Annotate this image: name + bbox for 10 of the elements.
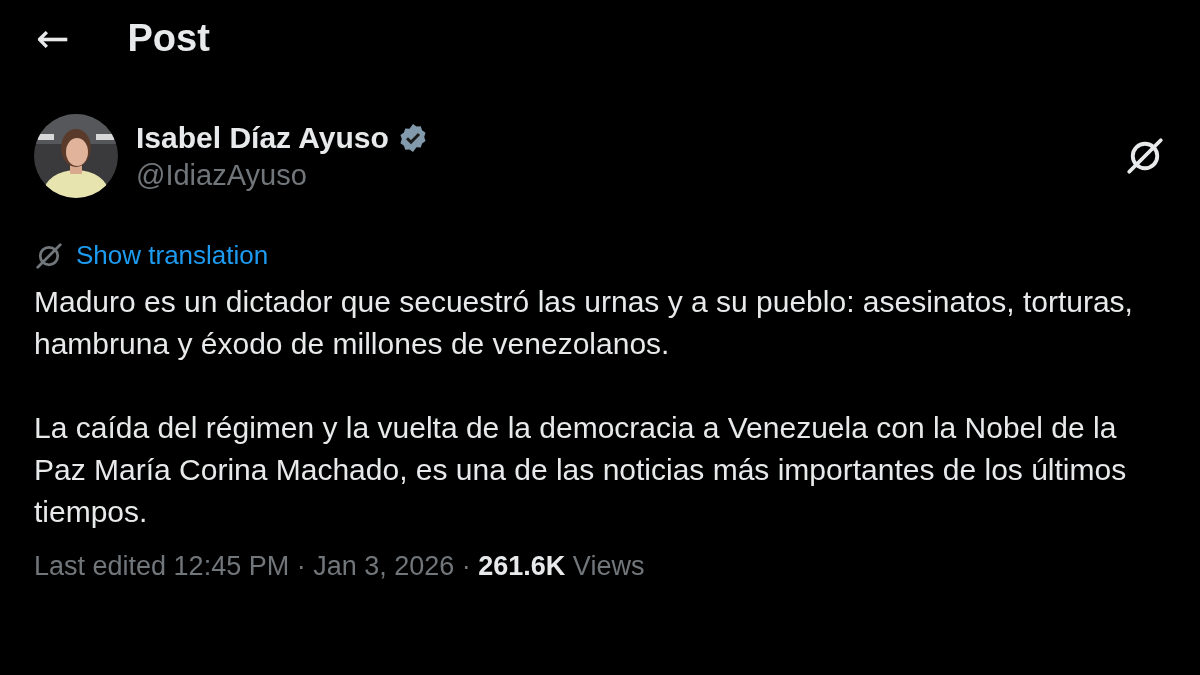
- author-name[interactable]: Isabel Díaz Ayuso: [136, 120, 389, 155]
- post-text: Maduro es un dictador que secuestró las urnas y a su pueblo: asesinatos, torturas, hambruna y éxodo de millones de venezolanos.: [34, 284, 1134, 362]
- translate-icon[interactable]: [34, 240, 64, 271]
- page-title: Post: [127, 16, 210, 60]
- show-translation-link[interactable]: Show translation: [76, 240, 269, 271]
- post-text: La caída del régimen y la vuelta de la democracia a Venezuela con la Nobel de la Paz María Corina Machado, es una de las noticias más importantes de los últimos tiempos.: [34, 410, 1128, 530]
- grok-icon[interactable]: [1124, 135, 1166, 177]
- back-button[interactable]: ←: [36, 18, 70, 58]
- author-handle[interactable]: @IdiazAyuso: [136, 158, 1106, 192]
- post-meta: Last edited 12:45 PM · Jan 3, 2026 · 261.6K Views: [34, 551, 646, 582]
